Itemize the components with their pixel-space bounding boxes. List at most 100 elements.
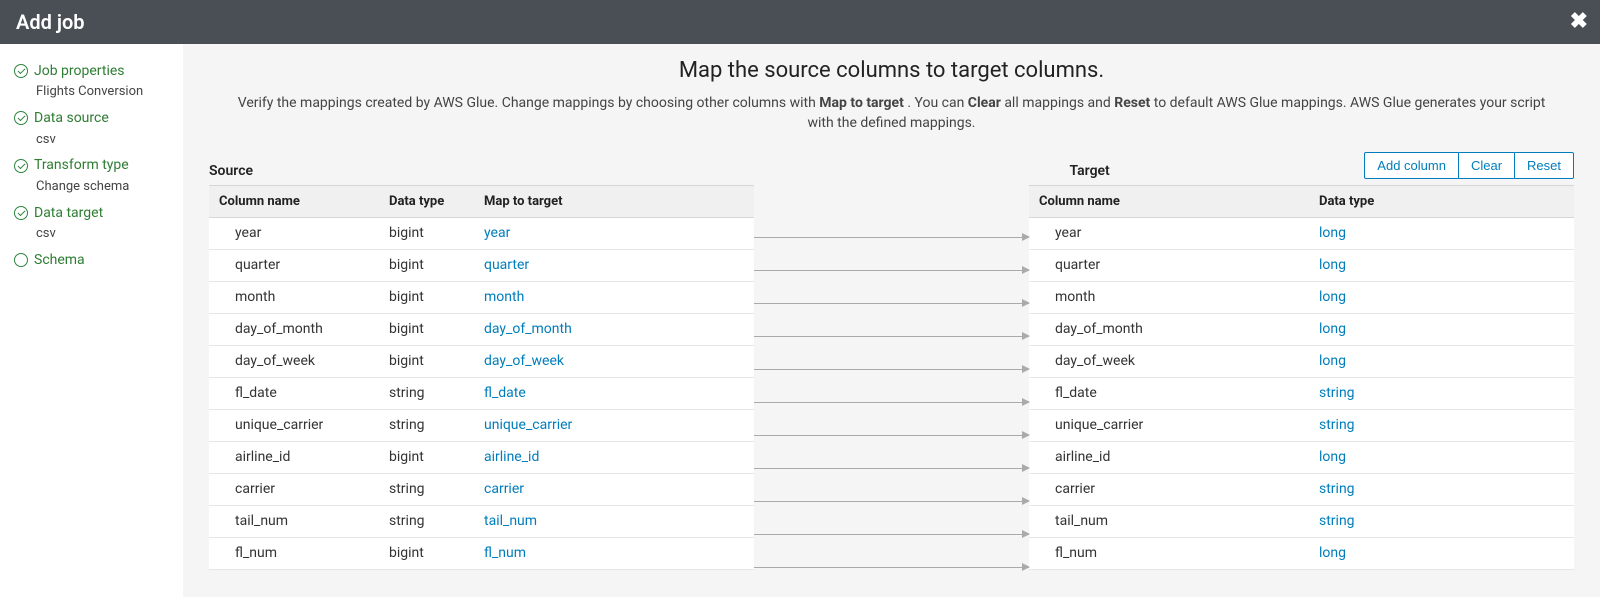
page-subtitle: Verify the mappings created by AWS Glue.…	[212, 93, 1572, 134]
arrow-right-icon	[754, 303, 1029, 304]
map-to-target-link[interactable]: tail_num	[484, 513, 537, 529]
wizard-step-sublabel: csv	[14, 224, 175, 245]
wizard-step-label: Job properties	[34, 60, 125, 82]
table-row: unique_carrierstring	[1029, 409, 1574, 441]
source-column-name: airline_id	[209, 441, 379, 473]
mapping-arrow	[754, 254, 1029, 287]
target-data-type-link[interactable]: string	[1319, 481, 1355, 497]
table-row: fl_datestringfl_date	[209, 377, 754, 409]
map-to-target-link[interactable]: year	[484, 225, 510, 241]
wizard-step-label: Schema	[34, 249, 85, 271]
target-data-type-link[interactable]: long	[1319, 449, 1346, 465]
map-to-target-link[interactable]: day_of_week	[484, 353, 564, 369]
target-data-type-link[interactable]: long	[1319, 321, 1346, 337]
source-data-type: string	[379, 505, 474, 537]
map-to-target-link[interactable]: fl_num	[484, 545, 526, 561]
clear-button[interactable]: Clear	[1458, 152, 1515, 179]
wizard-step-sublabel: Flights Conversion	[14, 82, 175, 103]
source-data-type: bigint	[379, 537, 474, 569]
mapping-arrow	[754, 551, 1029, 584]
source-column-name: month	[209, 281, 379, 313]
table-row: fl_num long	[1029, 537, 1574, 569]
main-panel: Map the source columns to target columns…	[183, 44, 1600, 597]
source-section-label: Source	[209, 163, 253, 179]
target-data-type-link[interactable]: string	[1319, 417, 1355, 433]
source-column-name: unique_carrier	[209, 409, 379, 441]
source-data-type: bigint	[379, 217, 474, 249]
table-row: quarter long	[1029, 249, 1574, 281]
subtitle-strong-reset: Reset	[1114, 95, 1150, 111]
source-column-name: quarter	[209, 249, 379, 281]
target-data-type-link[interactable]: long	[1319, 545, 1346, 561]
target-data-type-link[interactable]: long	[1319, 289, 1346, 305]
wizard-step-label: Data target	[34, 202, 103, 224]
arrow-right-icon	[754, 237, 1029, 238]
target-column-name: airline_id	[1029, 441, 1309, 473]
page-title: Map the source columns to target columns…	[183, 58, 1600, 83]
wizard-step-sublabel: csv	[14, 130, 175, 151]
check-circle-icon	[14, 206, 28, 220]
target-data-type-link[interactable]: long	[1319, 225, 1346, 241]
mapping-arrow	[754, 353, 1029, 386]
map-to-target-link[interactable]: carrier	[484, 481, 524, 497]
target-section-label: Target	[1070, 163, 1110, 179]
arrow-right-icon	[754, 369, 1029, 370]
circle-icon	[14, 253, 28, 267]
arrow-right-icon	[754, 336, 1029, 337]
source-header-column: Column name	[209, 185, 379, 217]
table-row: fl_date string	[1029, 377, 1574, 409]
arrow-right-icon	[754, 270, 1029, 271]
target-column-name: fl_num	[1029, 537, 1309, 569]
mapping-arrow	[754, 419, 1029, 452]
reset-button[interactable]: Reset	[1514, 152, 1574, 179]
target-column-name: month	[1029, 281, 1309, 313]
table-row: yearlong	[1029, 217, 1574, 249]
close-icon[interactable]: ✖	[1570, 11, 1588, 33]
map-to-target-link[interactable]: month	[484, 289, 524, 305]
source-data-type: string	[379, 377, 474, 409]
table-row: tail_numstring	[1029, 505, 1574, 537]
source-data-type: bigint	[379, 313, 474, 345]
source-column-name: fl_num	[209, 537, 379, 569]
source-table: Column name Data type Map to target year…	[209, 185, 754, 570]
table-row: monthbigintmonth	[209, 281, 754, 313]
wizard-step-label: Data source	[34, 107, 109, 129]
table-row: tail_numstringtail_num	[209, 505, 754, 537]
arrow-right-icon	[754, 567, 1029, 568]
target-column-name: quarter	[1029, 249, 1309, 281]
wizard-step[interactable]: Data targetcsv	[0, 200, 183, 247]
table-row: fl_numbigintfl_num	[209, 537, 754, 569]
target-table: Column name Data type yearlongquarterlon…	[1029, 185, 1574, 570]
map-to-target-link[interactable]: fl_date	[484, 385, 526, 401]
mapping-arrow	[754, 320, 1029, 353]
source-column-name: fl_date	[209, 377, 379, 409]
map-to-target-link[interactable]: unique_carrier	[484, 417, 572, 433]
add-column-button[interactable]: Add column	[1364, 152, 1459, 179]
map-to-target-link[interactable]: airline_id	[484, 449, 539, 465]
table-row: carrierstringcarrier	[209, 473, 754, 505]
table-row: day_of_week long	[1029, 345, 1574, 377]
map-to-target-link[interactable]: day_of_month	[484, 321, 572, 337]
source-data-type: bigint	[379, 441, 474, 473]
target-data-type-link[interactable]: long	[1319, 257, 1346, 273]
check-circle-icon	[14, 111, 28, 125]
mapping-arrow	[754, 287, 1029, 320]
source-data-type: bigint	[379, 345, 474, 377]
source-column-name: day_of_week	[209, 345, 379, 377]
target-column-name: day_of_week	[1029, 345, 1309, 377]
map-to-target-link[interactable]: quarter	[484, 257, 529, 273]
target-data-type-link[interactable]: string	[1319, 385, 1355, 401]
wizard-step[interactable]: Transform typeChange schema	[0, 152, 183, 199]
target-data-type-link[interactable]: long	[1319, 353, 1346, 369]
source-column-name: carrier	[209, 473, 379, 505]
wizard-step[interactable]: Job propertiesFlights Conversion	[0, 58, 183, 105]
wizard-step[interactable]: Data sourcecsv	[0, 105, 183, 152]
wizard-step[interactable]: Schema	[0, 247, 183, 273]
arrow-right-icon	[754, 501, 1029, 502]
arrow-right-icon	[754, 435, 1029, 436]
mapping-arrow	[754, 386, 1029, 419]
target-data-type-link[interactable]: string	[1319, 513, 1355, 529]
target-column-name: fl_date	[1029, 377, 1309, 409]
source-header-map: Map to target	[474, 185, 754, 217]
check-circle-icon	[14, 159, 28, 173]
